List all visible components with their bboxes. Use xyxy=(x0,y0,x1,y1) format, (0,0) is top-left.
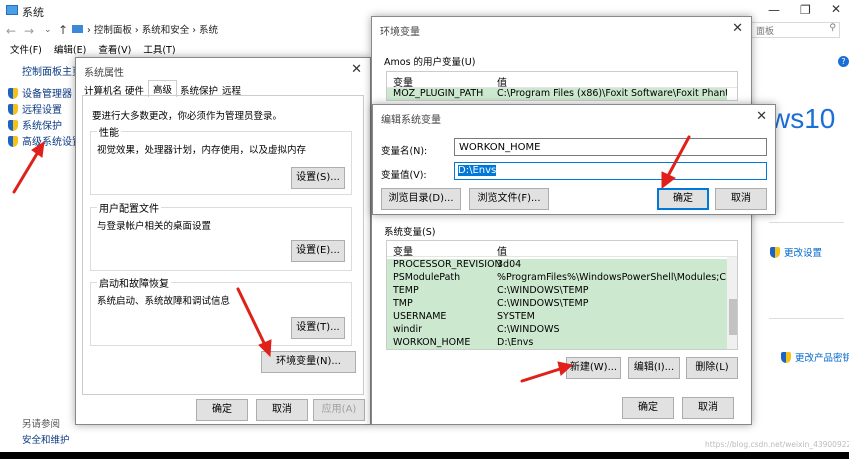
arrow-to-env-button xyxy=(236,287,272,358)
arrow-to-new-button xyxy=(520,361,574,383)
arrow-to-ok-button xyxy=(661,135,691,190)
arrow-to-advanced-settings xyxy=(12,140,45,194)
annotation-arrows xyxy=(12,135,691,383)
